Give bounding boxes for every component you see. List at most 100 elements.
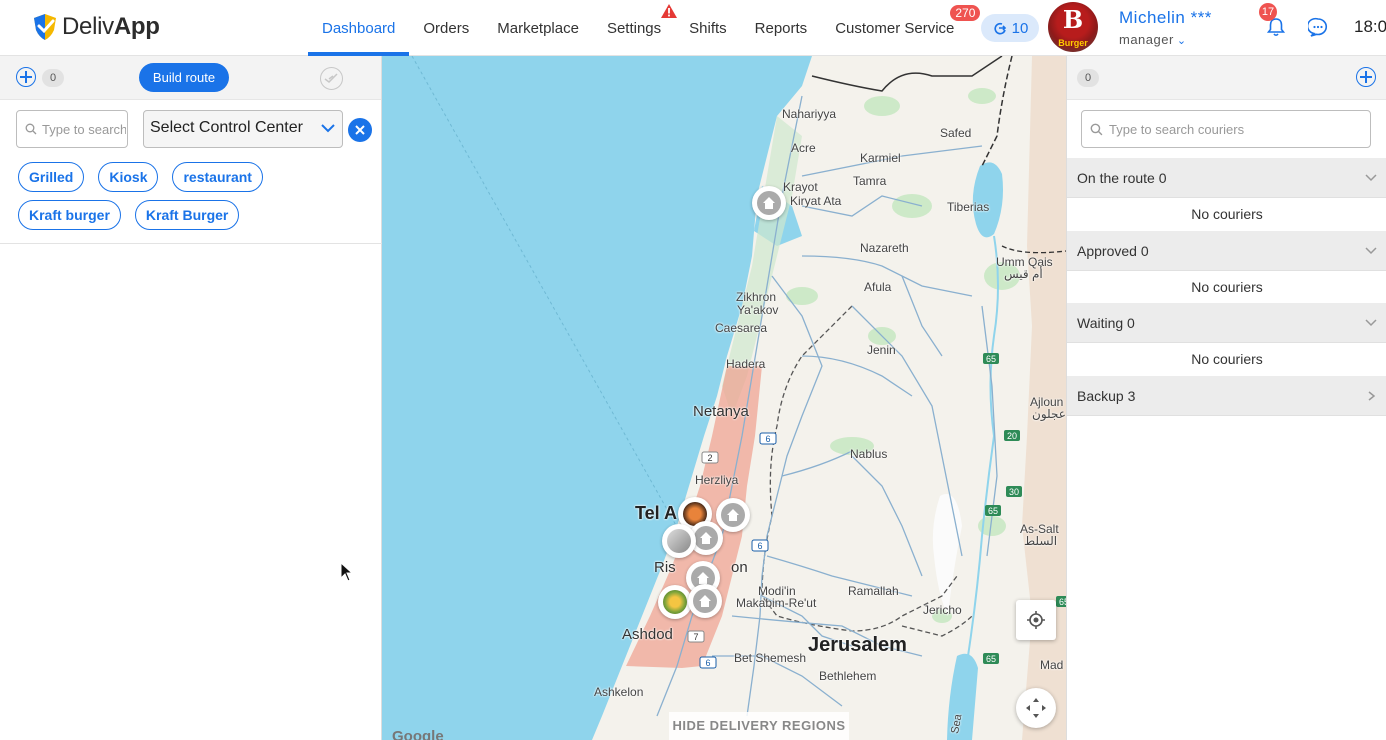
nav-customer-service[interactable]: Customer Service 270 <box>821 0 981 56</box>
courier-search-field[interactable] <box>1109 121 1359 137</box>
route-icon <box>994 22 1006 35</box>
section-approved: Approved 0 No couriers <box>1067 231 1386 304</box>
clear-filter-button[interactable] <box>348 118 372 142</box>
check-all-icon[interactable] <box>320 67 343 90</box>
control-center-value: Select Control Center <box>150 119 303 136</box>
place-label: Krayot <box>783 180 818 194</box>
road-shield: 65 <box>986 654 996 664</box>
place-label: Ashdod <box>622 626 673 643</box>
notification-badge: 17 <box>1259 3 1277 21</box>
shield-check-icon <box>34 14 56 40</box>
user-name[interactable]: Michelin *** <box>1119 8 1212 28</box>
chevron-right-icon <box>1368 391 1376 401</box>
filter-tags: Grilled Kiosk restaurant Kraft burger Kr… <box>18 162 363 230</box>
road-shield: 30 <box>1009 487 1019 497</box>
place-label: Ramallah <box>848 584 899 598</box>
fullscreen-button[interactable] <box>1016 688 1056 728</box>
place-label: Kiryat Ata <box>790 194 842 208</box>
tag-kiosk[interactable]: Kiosk <box>98 162 159 192</box>
app-logo[interactable]: DelivApp <box>32 12 160 42</box>
orders-search-input[interactable] <box>16 110 128 148</box>
road-shield: 2 <box>707 453 712 463</box>
close-icon <box>355 125 365 135</box>
map[interactable]: 2 6 6 7 6 65 65 20 30 65 65 Nahariyya Ac… <box>382 56 1066 740</box>
chat-icon[interactable] <box>1308 17 1328 37</box>
nav-reports[interactable]: Reports <box>741 0 822 56</box>
road-shield: 7 <box>693 632 698 642</box>
home-icon <box>700 532 712 544</box>
customer-service-badge: 270 <box>950 5 981 21</box>
place-label: Safed <box>940 126 972 140</box>
courier-search-input[interactable] <box>1081 110 1371 148</box>
place-label: Ya'akov <box>737 303 779 317</box>
nav-shifts[interactable]: Shifts <box>675 0 741 56</box>
tag-kraft-burger-2[interactable]: Kraft Burger <box>134 200 240 230</box>
road-shield: 6 <box>765 434 770 444</box>
empty-state: No couriers <box>1191 351 1263 367</box>
place-label: أم قيس <box>1004 267 1043 281</box>
chevron-down-icon <box>1365 319 1377 327</box>
home-icon <box>697 572 709 584</box>
map-marker-control-center[interactable] <box>752 186 786 220</box>
nav-marketplace[interactable]: Marketplace <box>483 0 593 56</box>
tag-kraft-burger[interactable]: Kraft burger <box>18 200 121 230</box>
place-label: السلط <box>1024 534 1058 548</box>
road-shield: 65 <box>1059 597 1066 607</box>
section-header[interactable]: Approved 0 <box>1067 231 1386 271</box>
section-waiting: Waiting 0 No couriers <box>1067 303 1386 376</box>
hide-delivery-regions-button[interactable]: HIDE DELIVERY REGIONS <box>669 712 849 740</box>
place-label: Jerusalem <box>808 634 907 656</box>
section-backup: Backup 3 <box>1067 376 1386 416</box>
map-canvas: 2 6 6 7 6 65 65 20 30 65 65 <box>382 56 1066 740</box>
place-label: Herzliya <box>695 473 739 487</box>
place-label: Bet Shemesh <box>734 651 807 665</box>
section-on-the-route: On the route 0 No couriers <box>1067 158 1386 231</box>
empty-state: No couriers <box>1191 206 1263 222</box>
crosshair-icon <box>1027 611 1045 629</box>
place-label: Tamra <box>853 174 887 188</box>
place-label: Makabim-Re'ut <box>736 596 817 610</box>
tag-restaurant[interactable]: restaurant <box>172 162 263 192</box>
add-courier-icon[interactable] <box>1356 67 1376 87</box>
place-label: Zikhron <box>736 290 777 304</box>
map-marker-restaurant[interactable] <box>662 524 696 558</box>
orders-toolbar: 0 Build route <box>0 56 381 100</box>
add-order-icon[interactable] <box>16 67 36 87</box>
nav-settings[interactable]: Settings <box>593 0 678 56</box>
place-label: Ashkelon <box>594 685 644 699</box>
orders-count-badge: 0 <box>42 69 64 87</box>
app-name: DelivApp <box>62 13 160 40</box>
couriers-toolbar: 0 <box>1067 56 1386 100</box>
search-icon <box>25 123 37 135</box>
active-routes-pill[interactable]: 10 <box>981 14 1039 42</box>
user-role-dropdown[interactable]: manager ⌄ <box>1119 32 1187 47</box>
section-header[interactable]: Waiting 0 <box>1067 303 1386 343</box>
map-marker-control-center[interactable] <box>716 498 750 532</box>
chevron-down-icon: ⌄ <box>1176 35 1187 47</box>
map-marker-restaurant[interactable] <box>658 585 692 619</box>
place-label: on <box>731 559 748 576</box>
section-header[interactable]: Backup 3 <box>1067 376 1386 416</box>
expand-icon <box>1026 698 1046 718</box>
nav-orders[interactable]: Orders <box>409 0 483 56</box>
google-logo: Google <box>392 728 444 740</box>
tag-grilled[interactable]: Grilled <box>18 162 85 192</box>
section-header[interactable]: On the route 0 <box>1067 158 1386 198</box>
place-label: Nablus <box>850 447 888 461</box>
my-location-button[interactable] <box>1016 600 1056 640</box>
control-center-select[interactable]: Select Control Center <box>143 110 343 148</box>
place-label: Caesarea <box>715 321 768 335</box>
orders-search-field[interactable] <box>42 121 126 137</box>
chevron-down-icon <box>1365 247 1377 255</box>
place-label: Mad <box>1040 658 1064 672</box>
orders-panel: 0 Build route Select Control Center Gril… <box>0 56 382 740</box>
couriers-panel: 0 On the route 0 No couriers Approved 0 … <box>1066 56 1386 740</box>
place-label: Nazareth <box>860 241 909 255</box>
restaurant-avatar[interactable]: B Burger <box>1048 2 1098 52</box>
nav-dashboard[interactable]: Dashboard <box>308 0 410 56</box>
place-label: Jenin <box>867 343 896 357</box>
map-marker-control-center[interactable] <box>688 584 722 618</box>
place-label: Karmiel <box>860 151 901 165</box>
build-route-button[interactable]: Build route <box>139 63 229 92</box>
place-label: Ris <box>654 559 676 576</box>
